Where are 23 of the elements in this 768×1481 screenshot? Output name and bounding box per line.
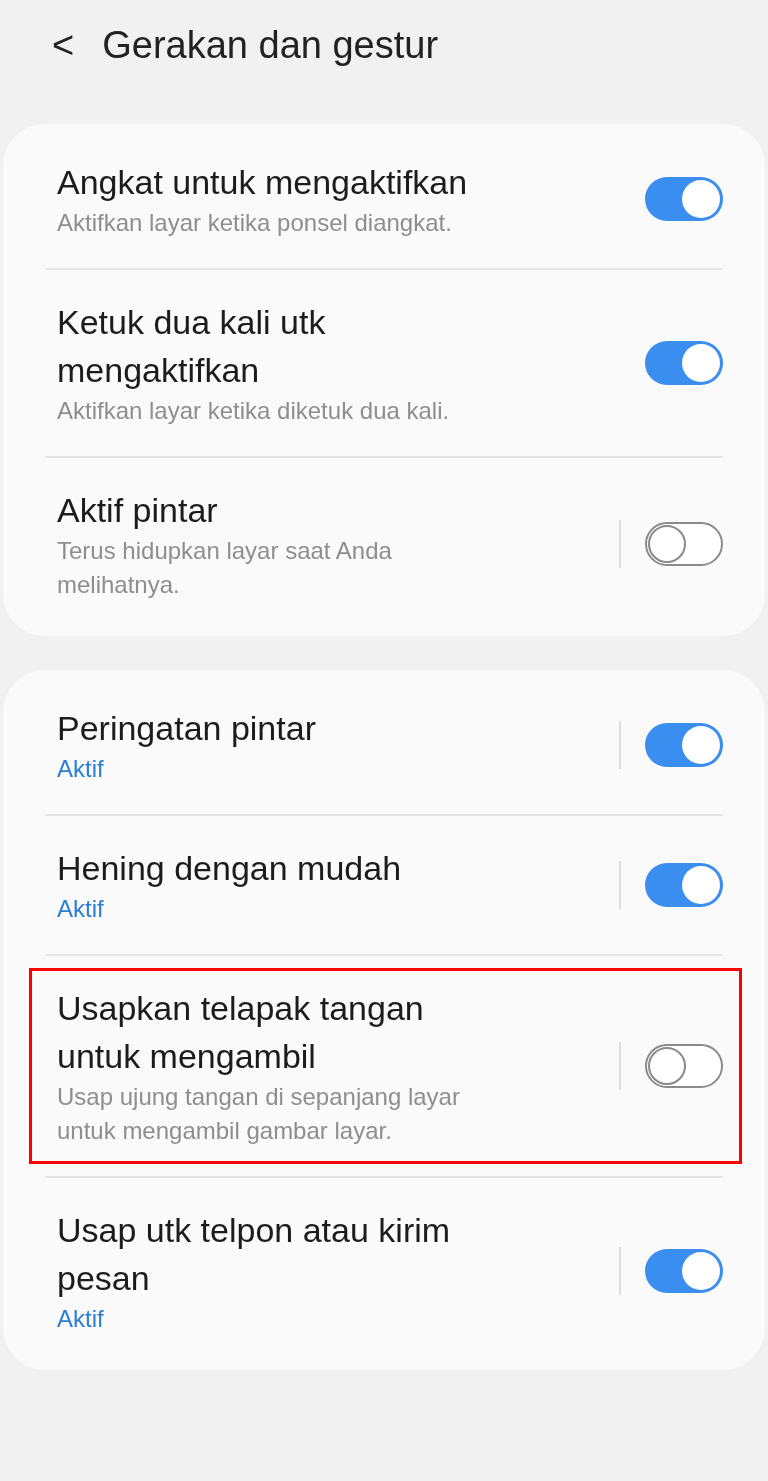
setting-title: Peringatan pintar: [57, 708, 317, 749]
back-button[interactable]: <: [52, 26, 75, 64]
toggle-switch[interactable]: [645, 1249, 723, 1293]
setting-title: Aktif pintar: [57, 490, 219, 531]
setting-summary: Aktif: [57, 894, 105, 924]
setting-summary: Aktifkan layar ketika ponsel diangkat.: [57, 208, 453, 238]
setting-title: Usap utk telpon atau kirim pesan: [57, 1210, 452, 1299]
setting-summary: Aktif: [57, 754, 105, 784]
setting-summary: Usap ujung tangan di sepanjang layar untuk mengambil gambar layar.: [57, 1082, 461, 1146]
setting-summary: Terus hidupkan layar saat Anda melihatnya.: [57, 536, 393, 600]
setting-title: Angkat untuk mengaktifkan: [57, 162, 469, 203]
toggle-switch[interactable]: [645, 1044, 723, 1088]
toggle-switch[interactable]: [645, 522, 723, 566]
page-title: Gerakan dan gestur: [102, 22, 439, 68]
toggle-switch[interactable]: [645, 341, 723, 385]
toggle-switch[interactable]: [645, 177, 723, 221]
toggle-switch[interactable]: [645, 863, 723, 907]
setting-title: Usapkan telapak tangan untuk mengambil: [57, 988, 425, 1077]
setting-summary: Aktifkan layar ketika diketuk dua kali.: [57, 396, 451, 426]
setting-title: Ketuk dua kali utk mengaktifkan: [57, 302, 327, 391]
setting-title: Hening dengan mudah: [57, 848, 403, 889]
setting-summary: Aktif: [57, 1304, 105, 1334]
toggle-switch[interactable]: [645, 723, 723, 767]
